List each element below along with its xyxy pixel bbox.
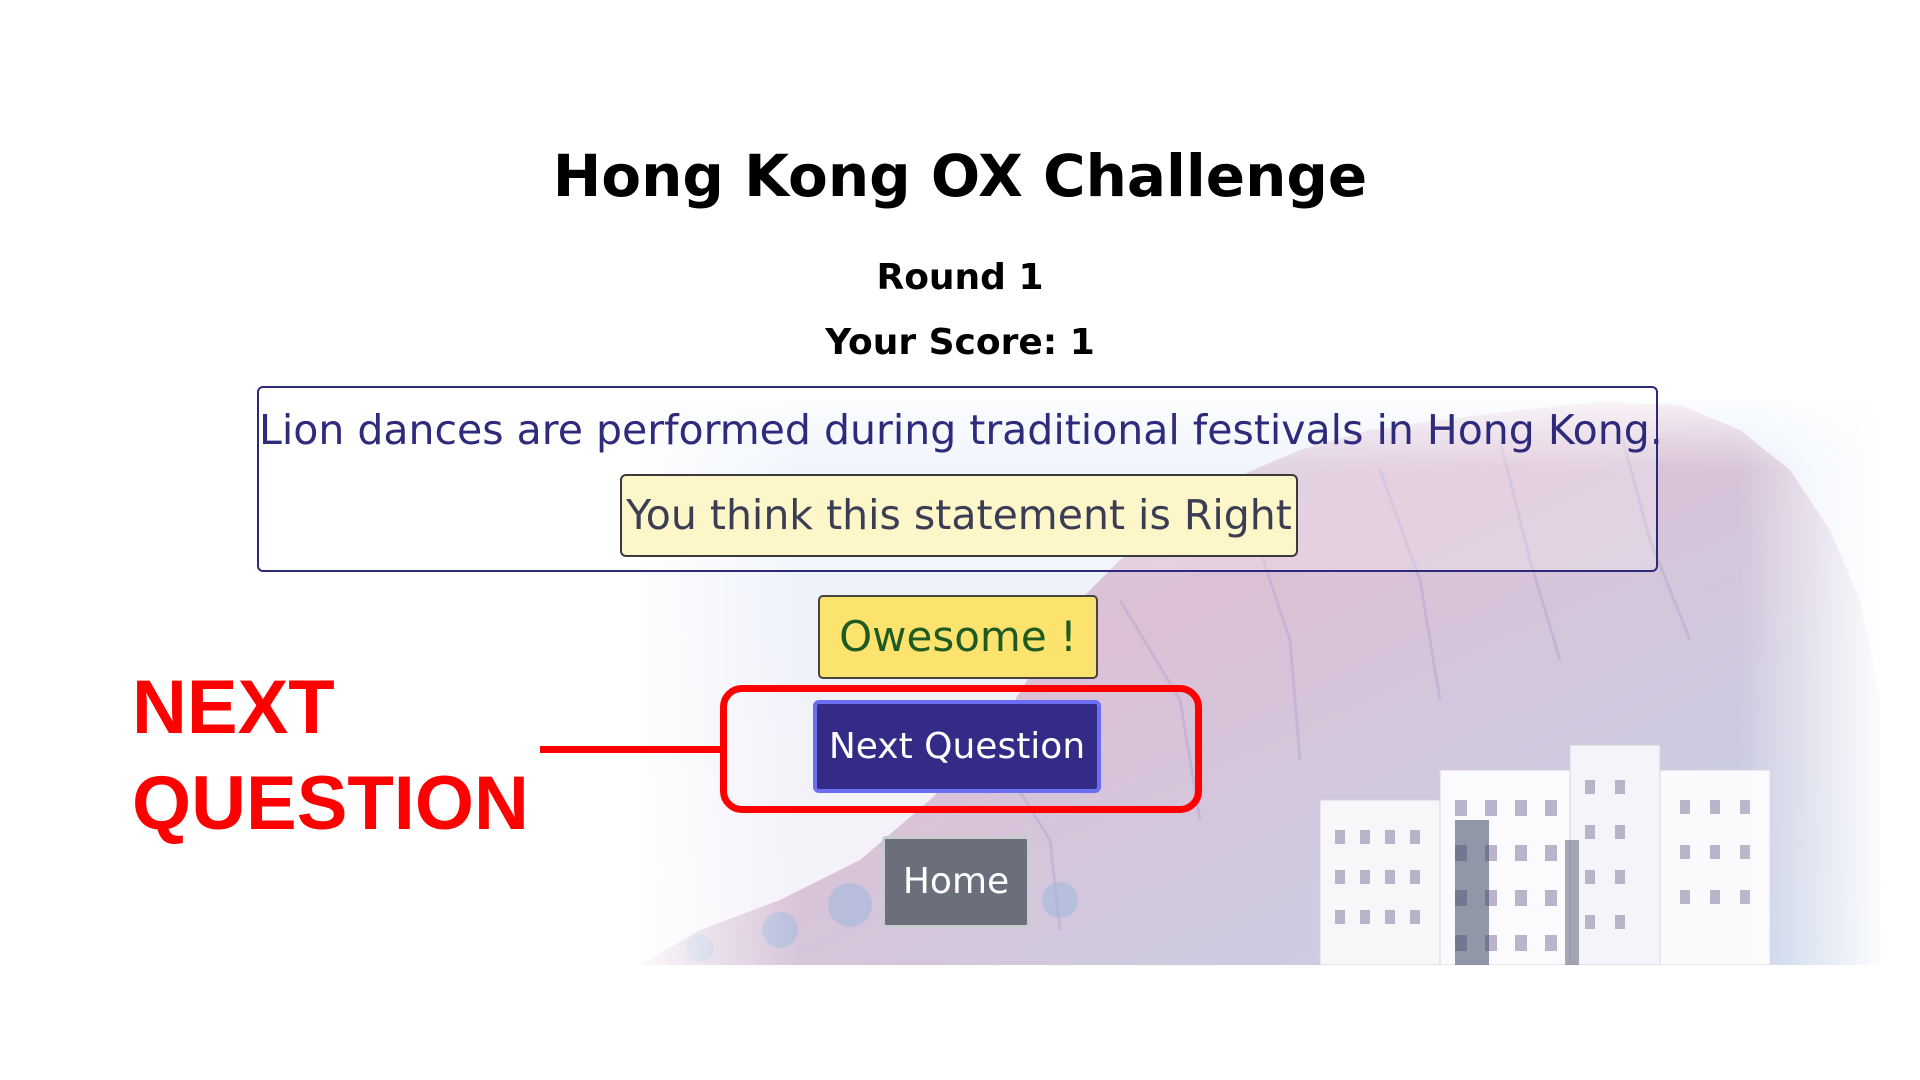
annotation-label: NEXT QUESTION bbox=[132, 665, 529, 846]
user-answer-badge: You think this statement is Right bbox=[620, 474, 1298, 557]
next-question-button[interactable]: Next Question bbox=[813, 700, 1101, 793]
question-card: Lion dances are performed during traditi… bbox=[257, 386, 1663, 572]
round-indicator: Round 1 bbox=[876, 257, 1044, 298]
annotation-connector-line bbox=[540, 746, 722, 753]
question-statement: Lion dances are performed during traditi… bbox=[259, 406, 1663, 454]
result-feedback-badge: Owesome ! bbox=[818, 595, 1098, 679]
page-title: Hong Kong OX Challenge bbox=[552, 142, 1368, 210]
home-button[interactable]: Home bbox=[882, 836, 1030, 928]
quiz-page: Hong Kong OX Challenge Round 1 Your Scor… bbox=[0, 0, 1920, 1080]
score-display: Your Score: 1 bbox=[825, 322, 1095, 363]
